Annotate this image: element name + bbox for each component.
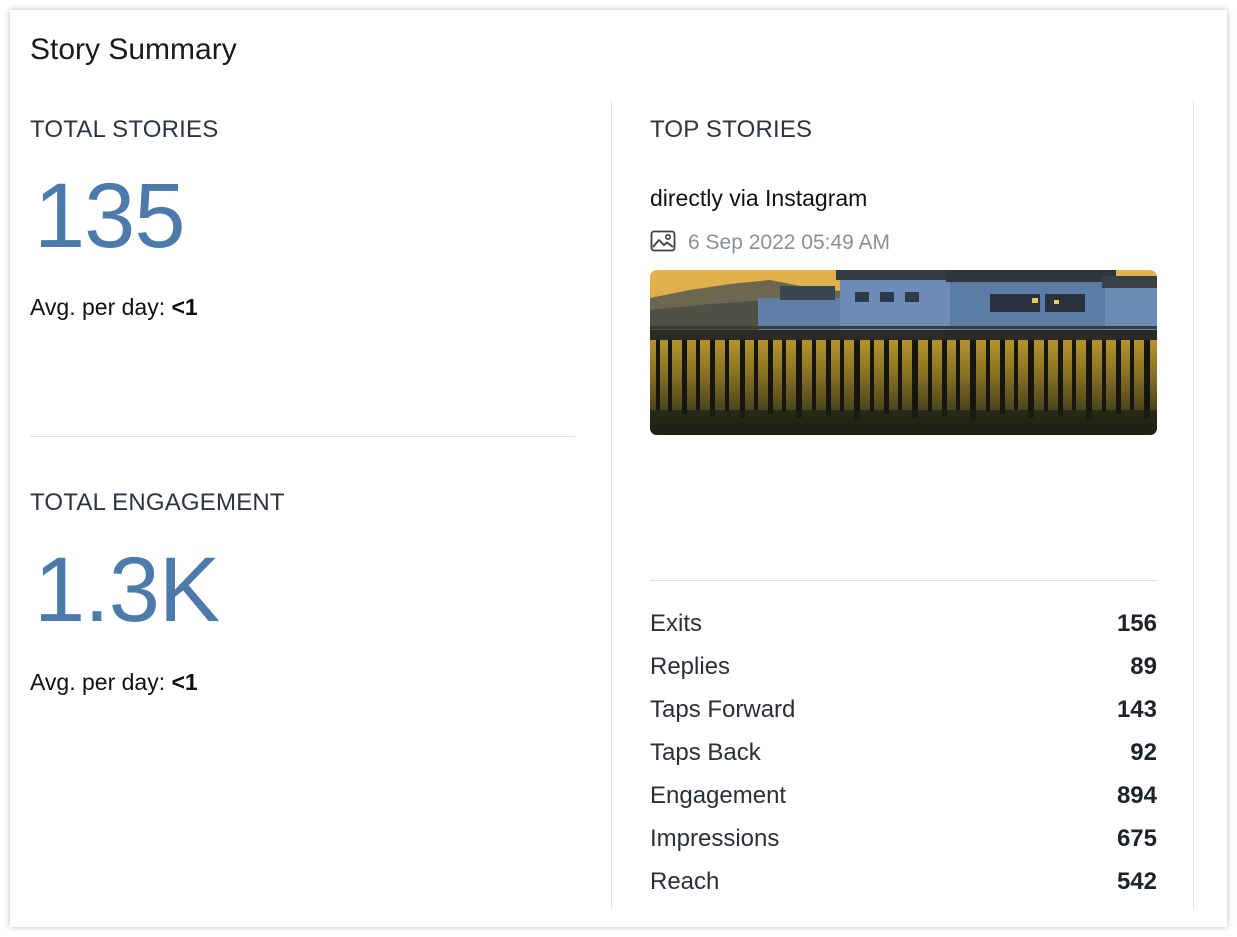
- card-title: Story Summary: [30, 33, 237, 66]
- metric-value: 675: [1116, 824, 1157, 852]
- total-stories-avg: Avg. per day: <1: [30, 292, 198, 322]
- metric-label: Exits: [650, 609, 703, 637]
- left-divider: [30, 436, 575, 437]
- metric-label: Impressions: [650, 824, 780, 852]
- metric-label: Taps Forward: [650, 695, 796, 723]
- avg-value: <1: [171, 294, 198, 320]
- story-date: 6 Sep 2022 05:49 AM: [688, 231, 890, 254]
- metric-row-engagement: Engagement 894: [650, 774, 1157, 817]
- story-thumbnail[interactable]: [650, 270, 1157, 435]
- metric-value: 894: [1116, 781, 1157, 809]
- avg-label: Avg. per day:: [30, 294, 166, 320]
- top-stories-heading: TOP STORIES: [650, 116, 813, 143]
- story-summary-card: Story Summary TOTAL STORIES 135 Avg. per…: [10, 10, 1227, 927]
- metric-row-reach: Reach 542: [650, 860, 1157, 903]
- metric-label: Replies: [650, 652, 731, 680]
- metric-value: 156: [1116, 609, 1157, 637]
- total-stories-value: 135: [34, 165, 185, 267]
- right-edge-divider: [1193, 100, 1194, 910]
- metric-label: Engagement: [650, 781, 787, 809]
- metric-row-taps-forward: Taps Forward 143: [650, 688, 1157, 731]
- top-stories-divider: [650, 580, 1157, 581]
- metric-value: 542: [1116, 867, 1157, 895]
- metric-label: Reach: [650, 867, 720, 895]
- image-icon: [650, 230, 676, 257]
- total-stories-heading: TOTAL STORIES: [30, 116, 219, 143]
- story-source: directly via Instagram: [650, 185, 868, 211]
- metric-row-taps-back: Taps Back 92: [650, 731, 1157, 774]
- avg-value: <1: [171, 669, 198, 695]
- metric-row-impressions: Impressions 675: [650, 817, 1157, 860]
- total-engagement-heading: TOTAL ENGAGEMENT: [30, 489, 285, 516]
- story-metrics-list: Exits 156 Replies 89 Taps Forward 143 Ta…: [650, 602, 1157, 903]
- metric-label: Taps Back: [650, 738, 761, 766]
- metric-row-exits: Exits 156: [650, 602, 1157, 645]
- story-date-row: 6 Sep 2022 05:49 AM: [650, 228, 890, 258]
- total-engagement-avg: Avg. per day: <1: [30, 667, 198, 697]
- metric-value: 92: [1130, 738, 1157, 766]
- metric-value: 89: [1130, 652, 1157, 680]
- avg-label: Avg. per day:: [30, 669, 166, 695]
- metric-row-replies: Replies 89: [650, 645, 1157, 688]
- total-engagement-value: 1.3K: [34, 539, 220, 641]
- column-divider: [611, 100, 612, 910]
- metric-value: 143: [1116, 695, 1157, 723]
